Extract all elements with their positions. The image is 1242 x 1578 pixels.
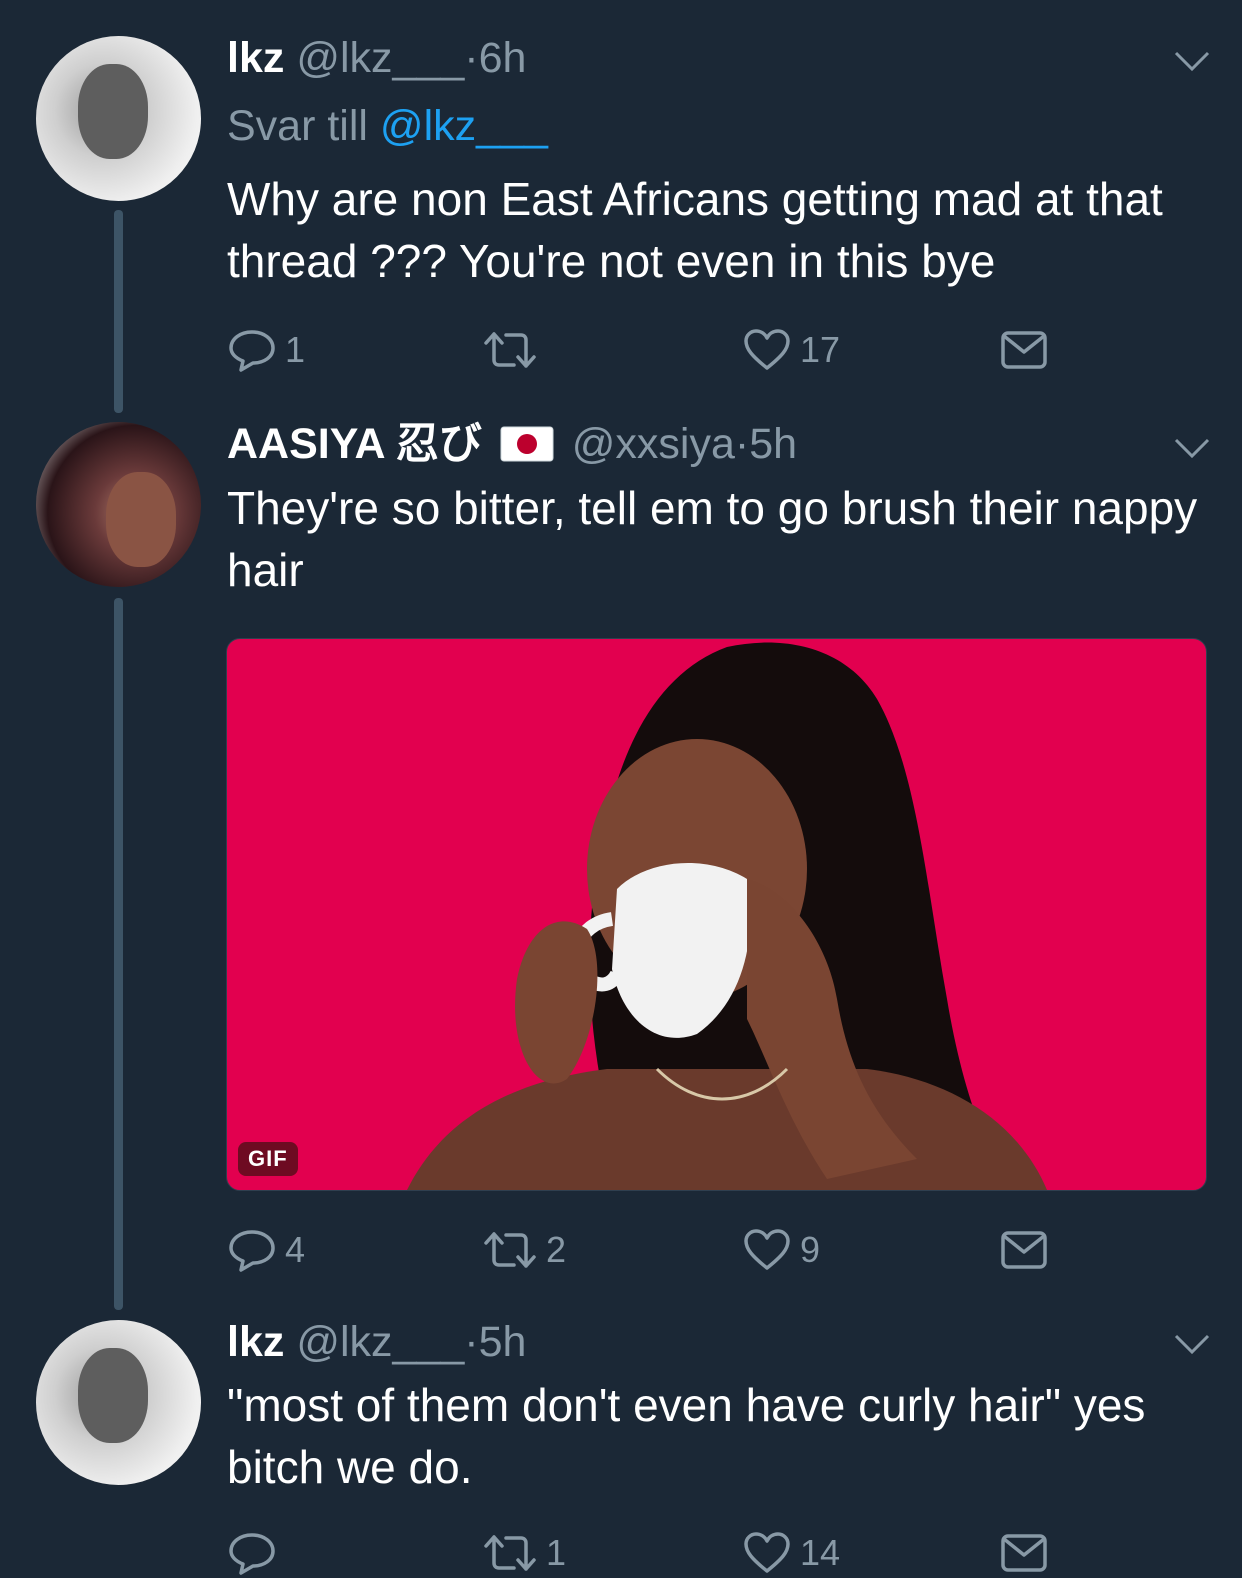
avatar-face (78, 64, 148, 159)
like-button[interactable]: 14 (742, 1528, 840, 1578)
user-handle[interactable]: @lkz___ (296, 34, 464, 82)
reply-button[interactable]: 4 (227, 1225, 305, 1275)
retweet-button[interactable]: 2 (482, 1225, 566, 1275)
reply-button[interactable] (227, 1528, 285, 1578)
like-button[interactable]: 9 (742, 1225, 820, 1275)
japan-flag-icon (500, 426, 554, 462)
like-count: 9 (800, 1229, 821, 1270)
gif-image (407, 642, 1047, 1190)
reply-prefix: Svar till (227, 102, 368, 150)
user-handle[interactable]: @lkz___ (296, 1318, 464, 1366)
tweet-header: lkz @lkz___·5h (227, 1316, 526, 1368)
timestamp[interactable]: 5h (479, 1318, 527, 1366)
direct-message-button[interactable] (1000, 325, 1048, 375)
avatar[interactable] (36, 36, 201, 201)
avatar-face (78, 1348, 148, 1443)
tweet-header: lkz @lkz___·6h (227, 32, 526, 84)
avatar[interactable] (36, 422, 201, 587)
message-icon (1001, 1231, 1047, 1269)
display-name[interactable]: lkz (227, 34, 284, 82)
message-icon (1001, 331, 1047, 369)
chevron-down-icon[interactable] (1172, 432, 1212, 462)
like-button[interactable]: 17 (742, 325, 840, 375)
like-count: 17 (800, 329, 841, 370)
separator-dot: · (734, 420, 750, 468)
chevron-down-icon[interactable] (1172, 45, 1212, 75)
thread-line (114, 210, 123, 413)
tweet-actions: 1 14 (227, 1528, 1057, 1578)
user-handle[interactable]: @xxsiya (572, 420, 735, 468)
gif-media[interactable]: GIF (226, 638, 1207, 1191)
reply-icon (229, 1533, 275, 1575)
display-name[interactable]: AASIYA 忍び (227, 420, 482, 468)
retweet-icon (484, 1535, 536, 1571)
separator-dot: · (464, 1318, 479, 1366)
retweet-button[interactable] (482, 325, 546, 375)
timestamp[interactable]: 6h (479, 34, 527, 82)
direct-message-button[interactable] (1000, 1528, 1048, 1578)
reply-count: 1 (285, 329, 306, 370)
retweet-button[interactable]: 1 (482, 1528, 566, 1578)
reply-icon (229, 1230, 275, 1272)
like-icon (744, 1532, 790, 1573)
tweet-actions: 4 2 9 (227, 1225, 1057, 1275)
reply-mention-link[interactable]: @lkz___ (380, 102, 548, 150)
gif-badge: GIF (238, 1142, 298, 1176)
avatar-face (106, 472, 176, 567)
like-icon (744, 1229, 790, 1270)
reply-icon (229, 330, 275, 372)
direct-message-button[interactable] (1000, 1225, 1048, 1275)
retweet-count: 2 (546, 1229, 567, 1270)
tweet-header: AASIYA 忍び @xxsiya·5h (227, 418, 797, 470)
tweet-text: Why are non East Africans getting mad at… (227, 173, 1163, 287)
reply-count: 4 (285, 1229, 306, 1270)
reply-button[interactable]: 1 (227, 325, 305, 375)
separator-dot: · (464, 34, 479, 82)
tweet-text: They're so bitter, tell em to go brush t… (227, 482, 1198, 596)
timestamp[interactable]: 5h (749, 420, 797, 468)
retweet-count: 1 (546, 1532, 567, 1573)
tweet-text: "most of them don't even have curly hair… (227, 1379, 1146, 1493)
reply-context: Svar till @lkz___ (227, 100, 548, 152)
thread-line (114, 598, 123, 1310)
chevron-down-icon[interactable] (1172, 1328, 1212, 1358)
retweet-icon (484, 1232, 536, 1268)
tweet-actions: 1 17 (227, 325, 1057, 375)
message-icon (1001, 1534, 1047, 1572)
like-icon (744, 329, 790, 370)
like-count: 14 (800, 1532, 841, 1573)
retweet-icon (484, 332, 536, 368)
avatar[interactable] (36, 1320, 201, 1485)
display-name[interactable]: lkz (227, 1318, 284, 1366)
